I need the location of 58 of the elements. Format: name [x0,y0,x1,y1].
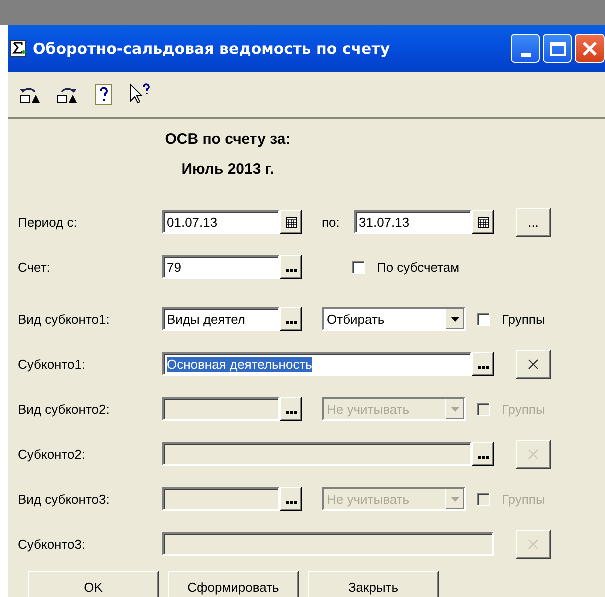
more-button[interactable]: ... [516,208,551,236]
field-label: Вид субконто1: [18,312,111,326]
dialog-button[interactable]: Закрыть [308,571,439,597]
ellipsis-icon [478,366,488,369]
minimize-icon [520,53,530,57]
select-button[interactable] [280,487,302,511]
calendar-icon [478,216,488,228]
select-button[interactable] [280,255,302,279]
date-field[interactable]: 31.07.13 [354,210,472,234]
value-field[interactable]: Основная деятельность [162,352,472,376]
field-label: Субконто2: [18,446,87,462]
minimize-button[interactable] [511,34,540,63]
field-label: по: [322,214,341,230]
sigma-icon [10,40,27,57]
calendar-button[interactable] [280,210,302,234]
calendar-button[interactable] [472,210,494,234]
clear-icon [528,358,539,370]
date-field[interactable]: 01.07.13 [162,210,280,234]
clear-button[interactable] [516,350,551,378]
mode-dropdown[interactable]: Отбирать [322,307,466,331]
clear-icon [528,448,539,460]
ellipsis-icon [286,321,296,324]
select-button[interactable] [472,352,494,376]
select-button[interactable] [280,397,302,421]
field-label: Вид субконто3: [18,492,111,506]
ellipsis-icon [286,501,296,504]
select-button[interactable] [472,442,494,466]
field-label: Субконто3: [18,536,87,552]
window-title: Оборотно-сальдовая ведомость по счету [33,40,392,58]
checkbox[interactable] [477,312,490,326]
close-icon [582,40,598,56]
dropdown-arrow-icon [450,316,460,322]
checkbox[interactable] [352,260,365,274]
field-label: Субконто1: [18,356,87,372]
field-label: Период с: [18,214,78,230]
account-field[interactable]: 79 [162,255,280,279]
dropdown-arrow-icon [450,406,460,412]
checkbox-label: Группы [502,402,546,416]
type-field[interactable]: Виды деятел [162,307,280,331]
checkbox-label: Группы [502,492,546,506]
maximize-button[interactable] [543,34,572,63]
select-button[interactable] [280,307,302,331]
maximize-icon [550,42,566,56]
checkbox-label: Группы [502,312,546,326]
ellipsis-icon [286,411,296,414]
dialog-button[interactable]: OK [28,571,159,597]
checkbox-label: По субсчетам [377,260,460,274]
field-label: Счет: [18,260,52,274]
dropdown-arrow-icon [450,496,460,502]
dialog-button[interactable]: Сформировать [168,571,299,597]
calendar-icon [286,216,296,228]
report-heading: ОСВ по счету за: [164,130,292,150]
field-label: Вид субконто2: [18,402,111,416]
report-heading: Июль 2013 г. [180,160,276,180]
ellipsis-icon [478,456,488,459]
clear-icon [528,538,539,550]
ellipsis-icon [286,269,296,272]
close-button[interactable] [575,34,605,63]
